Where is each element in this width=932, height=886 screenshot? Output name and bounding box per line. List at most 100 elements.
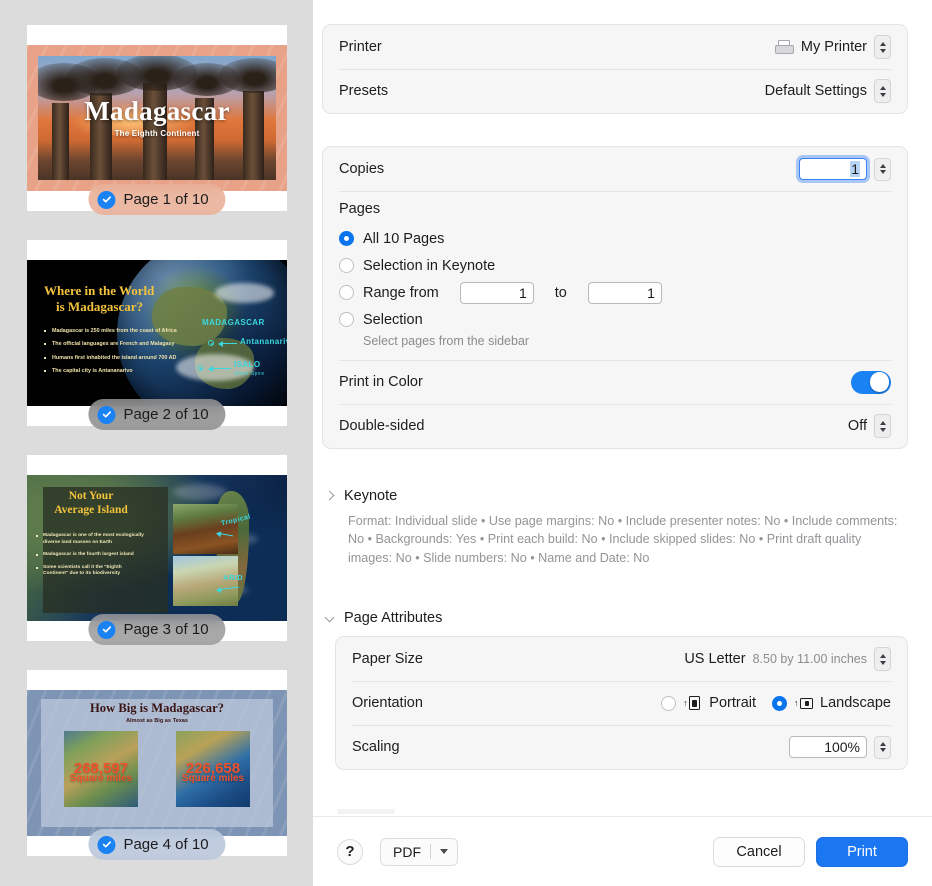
- copies-row[interactable]: Copies 1: [323, 147, 907, 191]
- radio-icon[interactable]: [661, 695, 677, 711]
- portrait-page-icon: ↑: [683, 696, 702, 711]
- radio-all-pages-label: All 10 Pages: [363, 230, 445, 247]
- orientation-label: Orientation: [352, 695, 423, 711]
- pdf-button[interactable]: PDF: [380, 837, 458, 866]
- chevron-updown-icon[interactable]: [874, 647, 891, 671]
- pdf-button-label: PDF: [393, 843, 421, 860]
- radio-range-label: Range from: [363, 284, 439, 301]
- radio-range[interactable]: Range from 1 to 1: [339, 279, 891, 306]
- print-in-color-label: Print in Color: [339, 374, 423, 390]
- check-icon: [97, 190, 116, 209]
- scaling-stepper[interactable]: [874, 735, 891, 759]
- radio-icon[interactable]: [339, 258, 354, 273]
- help-button[interactable]: ?: [337, 838, 363, 865]
- dialog-footer: ? PDF Cancel Print: [313, 816, 932, 886]
- page-badge-4[interactable]: Page 4 of 10: [88, 829, 226, 860]
- options-scroll-area[interactable]: Printer My Printer Presets Default Setti…: [313, 0, 932, 816]
- orientation-portrait-option[interactable]: ↑ Portrait: [661, 695, 756, 711]
- slide-preview-2: Where in the World is Madagascar? Madaga…: [27, 260, 287, 406]
- range-from-input[interactable]: 1: [459, 281, 534, 304]
- range-to-input[interactable]: 1: [587, 281, 662, 304]
- page-attributes-section-header[interactable]: Page Attributes: [324, 610, 443, 626]
- printer-group: Printer My Printer Presets Default Setti…: [322, 24, 908, 114]
- double-sided-row[interactable]: Double-sided Off: [323, 404, 907, 448]
- scaling-value: 100%: [824, 739, 860, 755]
- print-in-color-row[interactable]: Print in Color: [323, 360, 907, 404]
- page-preview-sidebar[interactable]: Madagascar The Eighth Continent Page 1 o…: [0, 0, 313, 886]
- presets-row[interactable]: Presets Default Settings: [323, 69, 907, 113]
- chevron-right-icon[interactable]: [324, 490, 335, 501]
- slide-3-title-l1: Not Your: [68, 490, 114, 502]
- radio-icon[interactable]: [339, 312, 354, 327]
- double-sided-label: Double-sided: [339, 418, 425, 434]
- orientation-row[interactable]: Orientation ↑ Portrait ↑ Landscape: [336, 681, 907, 725]
- slide-preview-1: Madagascar The Eighth Continent: [27, 45, 287, 191]
- copies-stepper[interactable]: [874, 157, 891, 181]
- chevron-updown-icon[interactable]: [874, 35, 891, 59]
- page-thumbnail-1[interactable]: Madagascar The Eighth Continent Page 1 o…: [27, 25, 287, 215]
- slide-2-annotation-isalo: ISALO: [234, 360, 261, 369]
- print-dialog: Madagascar The Eighth Continent Page 1 o…: [0, 0, 932, 886]
- printer-row[interactable]: Printer My Printer: [323, 25, 907, 69]
- copies-label: Copies: [339, 161, 385, 177]
- slide-1-title: Madagascar: [84, 96, 230, 126]
- page-badge-3[interactable]: Page 3 of 10: [88, 614, 226, 645]
- slide-2-title-l1: Where in the World: [44, 283, 155, 298]
- slide-2-bullet: The official languages are French and Ma…: [44, 341, 196, 348]
- printer-icon: [774, 40, 794, 54]
- slide-preview-3: Not Your Average Island Madagascar is on…: [27, 475, 287, 621]
- slide-2-bullets: Madagascar is 250 miles from the coast o…: [44, 328, 196, 381]
- radio-icon[interactable]: [339, 285, 354, 300]
- page-badge-1[interactable]: Page 1 of 10: [88, 184, 226, 215]
- scaling-label: Scaling: [352, 739, 400, 755]
- slide-3-annotation-arid: ARID: [223, 573, 243, 582]
- page-badge-label-4: Page 4 of 10: [123, 836, 209, 853]
- check-icon: [97, 620, 116, 639]
- pages-label: Pages: [339, 201, 381, 217]
- range-to-label: to: [554, 284, 567, 301]
- chevron-down-icon[interactable]: [440, 849, 448, 854]
- radio-icon[interactable]: [772, 695, 788, 711]
- slide-3-title-l2: Average Island: [54, 504, 128, 517]
- chevron-down-icon[interactable]: [324, 612, 335, 623]
- page-badge-label-2: Page 2 of 10: [123, 406, 209, 423]
- double-sided-value: Off: [847, 418, 867, 434]
- slide-2-bullet: The capital city is Antananarivo: [44, 368, 196, 375]
- radio-selection-in-keynote[interactable]: Selection in Keynote: [339, 252, 891, 279]
- keynote-section-header[interactable]: Keynote: [324, 488, 398, 504]
- page-attributes-section-title: Page Attributes: [344, 610, 443, 626]
- radio-selection[interactable]: Selection: [339, 306, 891, 333]
- chevron-updown-icon[interactable]: [874, 414, 891, 438]
- cancel-button[interactable]: Cancel: [713, 836, 805, 867]
- slide-3-bullet: Madagascar is the fourth largest island: [36, 552, 144, 559]
- page-badge-2[interactable]: Page 2 of 10: [88, 399, 226, 430]
- scaling-row[interactable]: Scaling 100%: [336, 725, 907, 769]
- page-badge-label-1: Page 1 of 10: [123, 191, 209, 208]
- chevron-updown-icon[interactable]: [874, 79, 891, 103]
- page-thumbnail-4[interactable]: How Big is Madagascar? Almost as Big as …: [27, 670, 287, 860]
- slide-3-bullet: Madagascar is one of the most ecological…: [36, 533, 144, 546]
- radio-selection-label: Selection: [363, 311, 423, 328]
- orientation-landscape-option[interactable]: ↑ Landscape: [772, 695, 891, 711]
- copies-input-value: 1: [850, 161, 860, 177]
- print-button[interactable]: Print: [816, 836, 908, 867]
- page-thumbnail-3[interactable]: Not Your Average Island Madagascar is on…: [27, 455, 287, 645]
- print-in-color-toggle[interactable]: [851, 370, 891, 394]
- keynote-section-description: Format: Individual slide • Use page marg…: [348, 514, 898, 565]
- range-to-value: 1: [647, 284, 655, 301]
- slide-2-annotation-antananarivo: Antananarivo: [240, 337, 287, 346]
- landscape-page-icon: ↑: [794, 696, 814, 711]
- print-options-group: Copies 1 Pages All 10 Pages Selection in…: [322, 146, 908, 449]
- paper-size-dimensions: 8.50 by 11.00 inches: [752, 652, 867, 666]
- scaling-input[interactable]: 100%: [789, 736, 867, 758]
- divider: [430, 844, 431, 859]
- presets-label: Presets: [339, 83, 389, 99]
- slide-2-annotation-madagascar: MADAGASCAR: [202, 318, 265, 327]
- radio-all-pages[interactable]: All 10 Pages: [339, 225, 891, 252]
- presets-value: Default Settings: [764, 83, 867, 99]
- copies-input[interactable]: 1: [799, 158, 867, 180]
- page-thumbnail-2[interactable]: Where in the World is Madagascar? Madaga…: [27, 240, 287, 430]
- paper-size-row[interactable]: Paper Size US Letter 8.50 by 11.00 inche…: [336, 637, 907, 681]
- radio-icon[interactable]: [339, 231, 354, 246]
- keynote-section-title: Keynote: [344, 488, 398, 504]
